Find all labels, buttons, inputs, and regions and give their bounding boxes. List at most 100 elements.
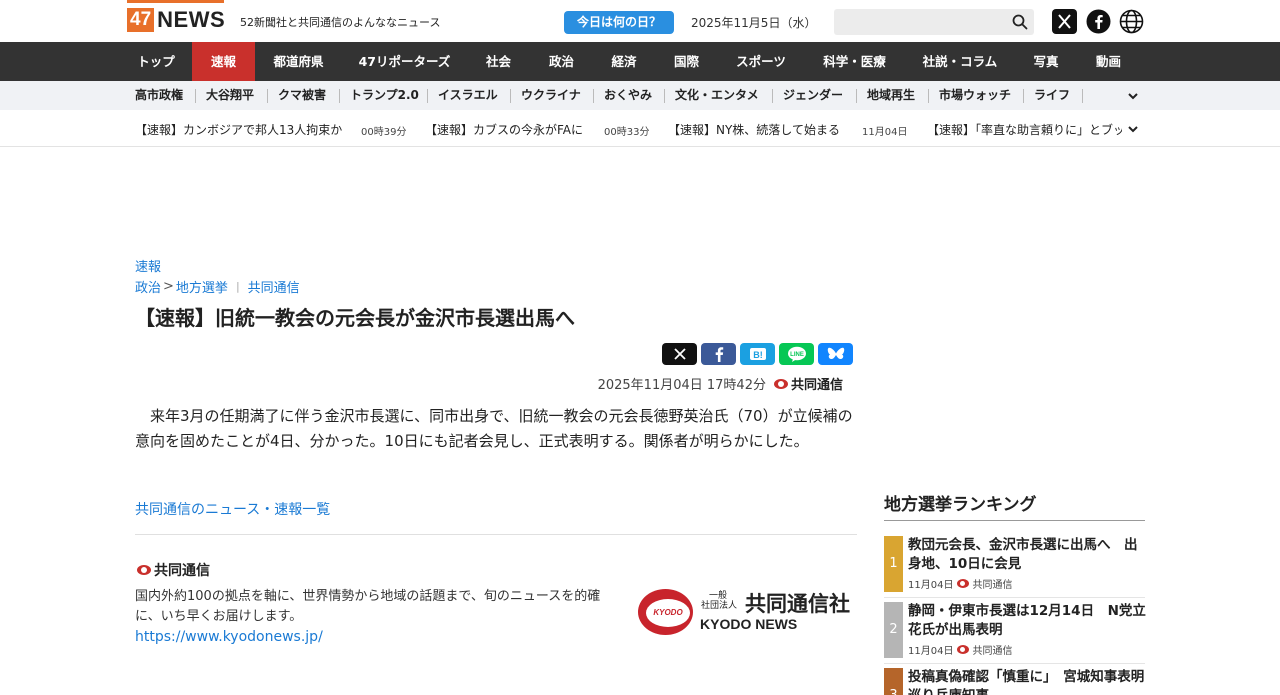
topic-item[interactable]: ジェンダー <box>783 81 843 110</box>
topic-item[interactable]: 文化・エンタメ <box>675 81 759 110</box>
kyodo-mark-icon <box>957 645 970 654</box>
article-source[interactable]: 共同通信 <box>791 374 843 393</box>
ranking-separator <box>884 663 1145 664</box>
breadcrumb: 政治 > 地方選挙 | 共同通信 <box>135 277 300 296</box>
ranking-item-title[interactable]: 教団元会長、金沢市長選に出馬へ 出身地、10日に会見 <box>908 536 1148 574</box>
ranking-number: 2 <box>884 602 903 658</box>
nav-item-economy[interactable]: 経済 <box>593 42 655 81</box>
logo-accent-bar <box>127 0 224 3</box>
x-twitter-icon <box>673 348 686 360</box>
today-in-history-button[interactable]: 今日は何の日？ <box>564 11 674 34</box>
ticker-item-time: 11月04日 <box>862 127 908 138</box>
nav-item-politics[interactable]: 政治 <box>530 42 593 81</box>
ticker-item-title[interactable]: 【速報】カンボジアで邦人13人拘束か <box>135 121 342 138</box>
chevron-down-icon[interactable] <box>1126 89 1140 103</box>
nav-item-prefectures[interactable]: 都道府県 <box>255 42 342 81</box>
topic-item[interactable]: トランプ2.0 <box>350 81 419 110</box>
breaking-news-ticker: 【速報】カンボジアで邦人13人拘束か 00時39分 【速報】カブスの今永がFAに… <box>0 110 1280 147</box>
topic-separator <box>339 89 340 103</box>
article-category[interactable]: 速報 <box>135 256 161 275</box>
logo-text: NEWS <box>157 7 226 32</box>
facebook-icon[interactable] <box>1086 9 1111 34</box>
header-date: 2025年11月5日（水） <box>691 16 817 30</box>
ranking-item-title[interactable]: 静岡・伊東市長選は12月14日 N党立花氏が出馬表明 <box>908 602 1148 640</box>
ticker-item-time: 00時39分 <box>361 127 407 138</box>
main-nav: トップ 速報 都道府県 47リポーターズ 社会 政治 経済 国際 スポーツ 科学… <box>0 42 1280 81</box>
article-datetime: 2025年11月04日 17時42分 <box>597 378 766 393</box>
svg-text:B!: B! <box>753 350 763 360</box>
nav-item-videos[interactable]: 動画 <box>1077 42 1140 81</box>
ranking-item[interactable]: 2 静岡・伊東市長選は12月14日 N党立花氏が出馬表明 11月04日 共同通信 <box>884 602 1148 660</box>
ticker-item-title[interactable]: 【速報】カブスの今永がFAに <box>425 121 583 138</box>
nav-item-sports[interactable]: スポーツ <box>718 42 804 81</box>
kyodo-logo-japanese: 共同通信社 <box>745 592 850 616</box>
nav-item-international[interactable]: 国際 <box>655 42 718 81</box>
nav-item-editorial[interactable]: 社説・コラム <box>905 42 1015 81</box>
nav-item-47reporters[interactable]: 47リポーターズ <box>342 42 467 81</box>
nav-item-society[interactable]: 社会 <box>467 42 530 81</box>
topic-separator <box>856 89 857 103</box>
chevron-down-icon[interactable] <box>1126 122 1140 136</box>
topic-item[interactable]: イスラエル <box>438 81 498 110</box>
kyodo-mark-icon <box>957 579 970 588</box>
topic-item[interactable]: 高市政権 <box>135 81 183 110</box>
ranking-item-title[interactable]: 投稿真偽確認「慎重に」 宮城知事表明巡り兵庫知事 <box>908 668 1145 695</box>
globe-icon[interactable] <box>1119 9 1144 34</box>
topic-item[interactable]: クマ被害 <box>278 81 326 110</box>
ticker-item-title[interactable]: 【速報】NY株、続落して始まる <box>668 121 840 138</box>
ranking-item-source: 共同通信 <box>972 580 1013 591</box>
topic-item[interactable]: ライフ <box>1034 81 1070 110</box>
share-line-button[interactable]: LINE <box>779 343 814 365</box>
breadcrumb-child[interactable]: 地方選挙 <box>176 277 228 296</box>
share-hatena-button[interactable]: B! <box>740 343 775 365</box>
logo-number: 47 <box>127 8 155 32</box>
provider-name[interactable]: 共同通信 <box>137 560 210 580</box>
nav-item-breaking[interactable]: 速報 <box>192 42 255 81</box>
share-x-button[interactable] <box>662 343 697 365</box>
site-tagline: 52新聞社と共同通信のよんななニュース <box>240 16 441 29</box>
search-icon[interactable] <box>1012 14 1028 30</box>
ticker-item-time: 00時33分 <box>604 127 650 138</box>
kyodo-mark-icon <box>137 565 151 575</box>
search-input[interactable] <box>834 9 1034 35</box>
hatena-bookmark-icon: B! <box>749 348 766 360</box>
nav-item-photos[interactable]: 写真 <box>1015 42 1077 81</box>
breadcrumb-parent[interactable]: 政治 <box>135 277 161 296</box>
ranking-number: 3 <box>884 668 903 695</box>
site-logo[interactable]: 47 NEWS <box>127 0 226 37</box>
topic-item[interactable]: 地域再生 <box>867 81 915 110</box>
topic-separator <box>772 89 773 103</box>
nav-item-top[interactable]: トップ <box>120 42 192 81</box>
topic-separator <box>267 89 268 103</box>
kyodo-news-logo[interactable]: KYODO 一般 社団法人 共同通信社 KYODO NEWS <box>638 586 858 638</box>
ranking-title-underline <box>884 520 1145 521</box>
topic-item[interactable]: 市場ウォッチ <box>939 81 1011 110</box>
topic-item[interactable]: 大谷翔平 <box>206 81 254 110</box>
breadcrumb-provider[interactable]: 共同通信 <box>248 277 300 296</box>
ranking-item-source: 共同通信 <box>972 646 1013 657</box>
section-divider <box>135 534 857 535</box>
kyodo-logo-english: KYODO NEWS <box>700 616 798 632</box>
ranking-number: 1 <box>884 536 903 592</box>
svg-text:LINE: LINE <box>790 352 804 358</box>
topic-separator <box>928 89 929 103</box>
line-icon: LINE <box>787 346 806 362</box>
bluesky-butterfly-icon <box>827 347 844 360</box>
topic-separator <box>593 89 594 103</box>
kyodo-news-list-link[interactable]: 共同通信のニュース・速報一覧 <box>135 499 330 519</box>
ranking-item[interactable]: 3 投稿真偽確認「慎重に」 宮城知事表明巡り兵庫知事 <box>884 668 1145 695</box>
topic-item[interactable]: ウクライナ <box>521 81 581 110</box>
ranking-item[interactable]: 1 教団元会長、金沢市長選に出馬へ 出身地、10日に会見 11月04日 共同通信 <box>884 536 1145 594</box>
ranking-item-meta: 11月04日 共同通信 <box>908 576 1012 591</box>
provider-url-link[interactable]: https://www.kyodonews.jp/ <box>135 629 323 645</box>
x-twitter-icon[interactable] <box>1052 9 1077 34</box>
kyodo-logo-mark: KYODO <box>638 589 693 635</box>
topic-item[interactable]: おくやみ <box>604 81 652 110</box>
nav-item-science[interactable]: 科学・医療 <box>804 42 905 81</box>
share-facebook-button[interactable] <box>701 343 736 365</box>
ticker-item-title[interactable]: 【速報】「率直な助言頼りに」とブッ <box>927 121 1122 138</box>
site-header: 47 NEWS 52新聞社と共同通信のよんななニュース 今日は何の日？ 2025… <box>0 0 1280 42</box>
topic-separator <box>195 89 196 103</box>
provider-description: 国内外約100の拠点を軸に、世界情勢から地域の話題まで、旬のニュースを的確に、い… <box>135 589 601 624</box>
share-bluesky-button[interactable] <box>818 343 853 365</box>
